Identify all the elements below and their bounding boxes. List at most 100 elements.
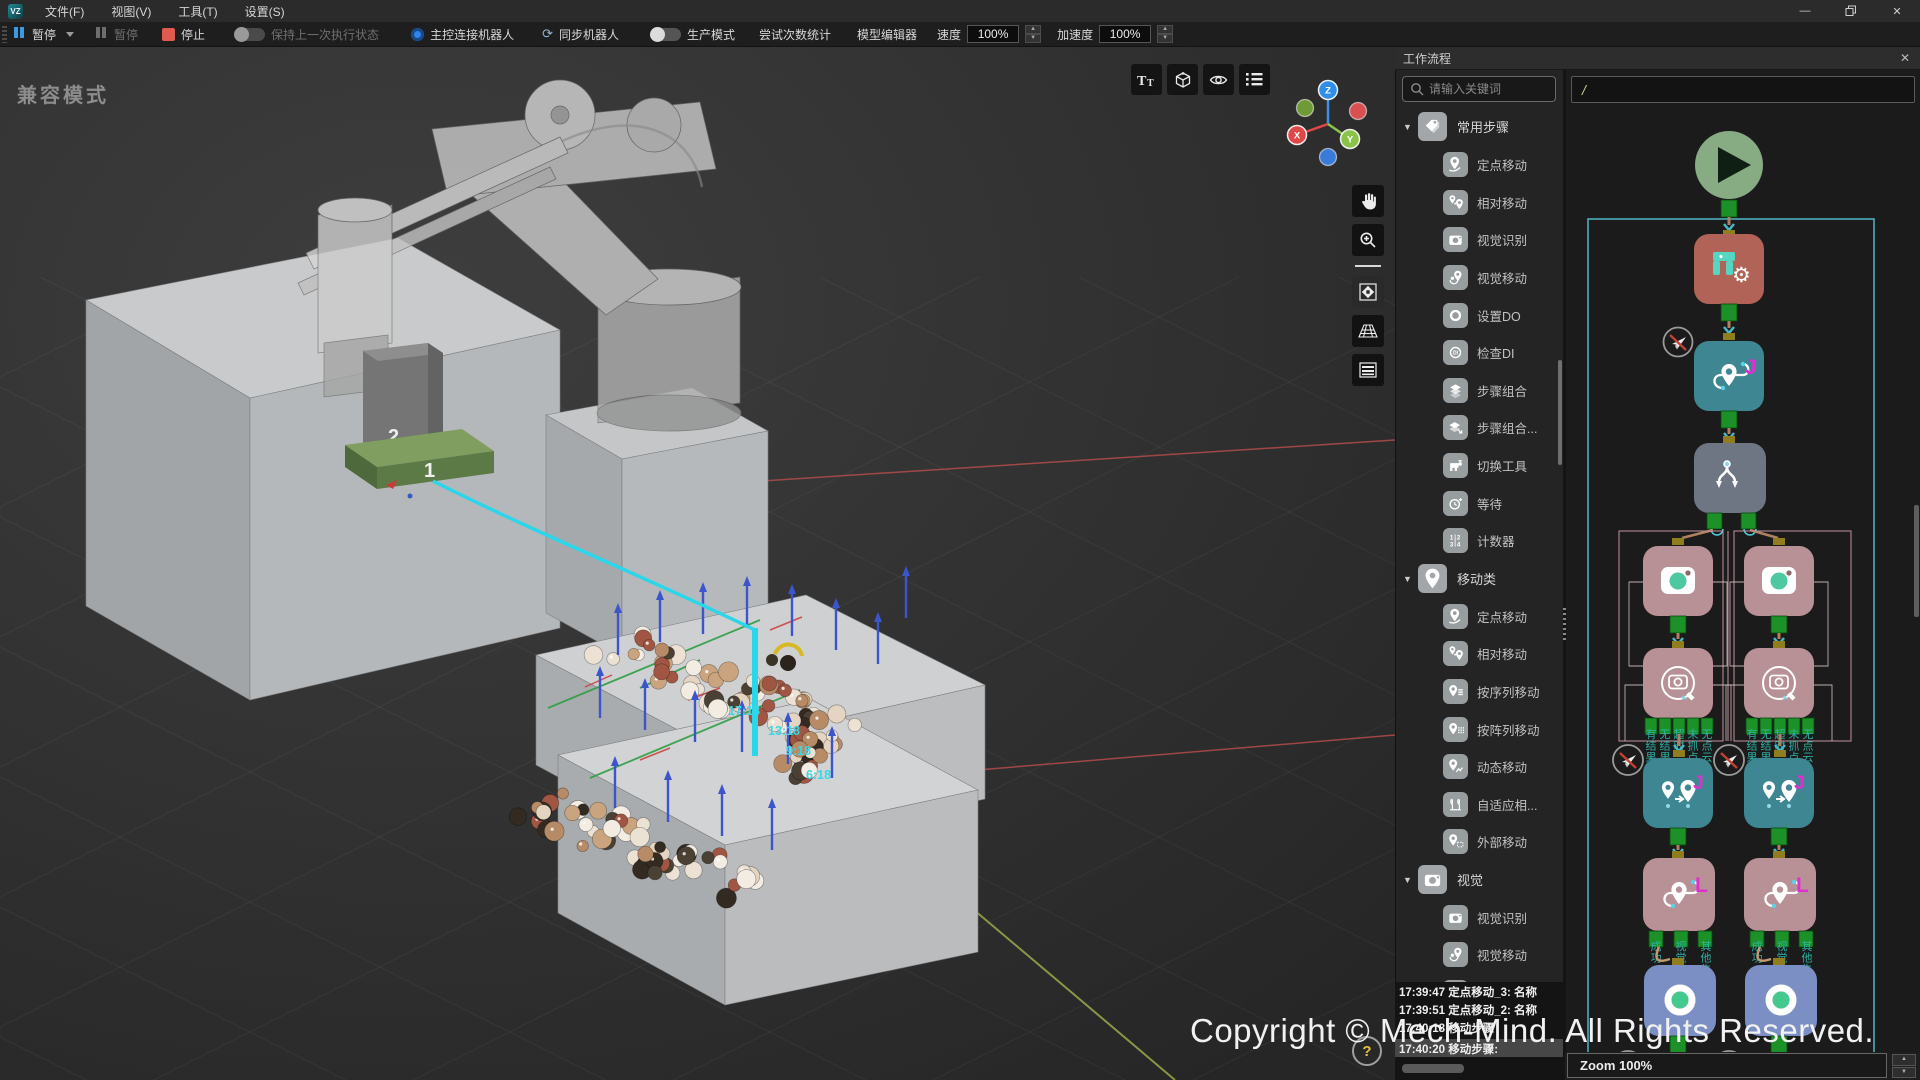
- menu-item-3[interactable]: 设置(S): [245, 3, 285, 20]
- flow-scrollbar[interactable]: [1914, 505, 1919, 617]
- step-item[interactable]: 等待: [1396, 484, 1563, 522]
- trajectory-label: 9:18: [786, 744, 811, 758]
- orientation-gizmo[interactable]: Z X Y: [1270, 77, 1390, 177]
- flow-node-check-vision-right[interactable]: [1744, 648, 1814, 718]
- step-item[interactable]: 外部移动: [1396, 823, 1563, 861]
- speed-input[interactable]: [967, 25, 1019, 43]
- cube-view-button[interactable]: [1167, 64, 1198, 95]
- step-item[interactable]: 视觉移动: [1396, 259, 1563, 297]
- step-item[interactable]: 定点移动: [1396, 146, 1563, 184]
- step-item[interactable]: 按序列移动: [1396, 673, 1563, 711]
- step-item[interactable]: 视觉识别: [1396, 898, 1563, 936]
- layer-list-button[interactable]: [1352, 354, 1384, 386]
- log-entry-selected[interactable]: 17:40:20 移动步骤:: [1395, 1039, 1563, 1057]
- step-item[interactable]: 步骤组合...: [1396, 409, 1563, 447]
- log-entry[interactable]: 17:40:18 移动步骤: [1395, 1018, 1563, 1036]
- menu-item-0[interactable]: 文件(F): [45, 3, 84, 20]
- step-item[interactable]: DI 检查DI: [1396, 334, 1563, 372]
- accel-input[interactable]: [1099, 25, 1151, 43]
- zoom-level[interactable]: Zoom 100%: [1567, 1053, 1887, 1078]
- svg-text:4: 4: [1457, 542, 1461, 549]
- step-item[interactable]: 设置DO: [1396, 296, 1563, 334]
- flow-node-branch[interactable]: [1694, 443, 1766, 513]
- fit-view-button[interactable]: [1352, 276, 1384, 308]
- step-item[interactable]: 视觉识别: [1396, 221, 1563, 259]
- step-item[interactable]: 自适应相...: [1396, 786, 1563, 824]
- pause-button[interactable]: 暂停: [14, 25, 74, 43]
- step-item[interactable]: 1234 计数器: [1396, 522, 1563, 560]
- text-display-button[interactable]: TT: [1131, 64, 1162, 95]
- step-item[interactable]: 动态移动: [1396, 748, 1563, 786]
- stop-button[interactable]: 停止: [162, 26, 205, 43]
- minimize-button[interactable]: —: [1782, 0, 1828, 22]
- side-toolbar-divider: [1355, 265, 1381, 267]
- accel-stepper[interactable]: ▲▼: [1157, 25, 1173, 43]
- zoom-stepper[interactable]: ▲▼: [1892, 1054, 1916, 1078]
- help-button[interactable]: ?: [1352, 1036, 1382, 1066]
- pause-dropdown-caret[interactable]: [66, 32, 74, 37]
- flowchart-panel[interactable]: ⚙ J 有结果无结果超时未抓点无点云 J L成功视觉失败其他失败: [1566, 70, 1920, 1080]
- gizmo-neg-y-ball[interactable]: [1297, 100, 1314, 117]
- zoom-in-button[interactable]: [1352, 224, 1384, 256]
- pause-secondary-button[interactable]: 暂停: [96, 25, 138, 43]
- attempt-stats-button[interactable]: 尝试次数统计: [759, 26, 831, 43]
- eye-visibility-button[interactable]: [1203, 64, 1234, 95]
- connect-icon: [411, 28, 424, 41]
- panel-splitter[interactable]: [1563, 70, 1566, 1080]
- flowchart-canvas[interactable]: ⚙ J 有结果无结果超时未抓点无点云 J L成功视觉失败其他失败: [1566, 70, 1920, 1080]
- chevron-down-icon[interactable]: ▼: [1403, 574, 1413, 584]
- log-entry[interactable]: 17:39:51 定点移动_2: 名称: [1395, 1000, 1563, 1018]
- no-send-icon[interactable]: [1664, 328, 1693, 357]
- perspective-grid-button[interactable]: [1352, 315, 1384, 347]
- svg-text:⚙: ⚙: [1732, 264, 1751, 287]
- svg-text:J: J: [1794, 773, 1805, 794]
- gizmo-neg-x-ball[interactable]: [1350, 103, 1367, 120]
- search-input[interactable]: [1429, 82, 1547, 96]
- svg-text:X: X: [1294, 131, 1301, 142]
- production-mode-toggle[interactable]: 生产模式: [651, 26, 735, 43]
- step-search-box[interactable]: [1402, 76, 1556, 102]
- toggle-off-icon[interactable]: [651, 28, 681, 41]
- pin-path-icon: [1443, 604, 1468, 629]
- flow-node-start[interactable]: [1695, 131, 1763, 199]
- no-send-icon[interactable]: [1714, 745, 1744, 775]
- sync-robot-button[interactable]: ⟳ 同步机器人: [542, 26, 619, 43]
- scene-3d[interactable]: 2 1 17:1: [0, 47, 1395, 1080]
- step-item[interactable]: [1396, 974, 1563, 982]
- chevron-down-icon[interactable]: ▼: [1403, 875, 1413, 885]
- speed-stepper[interactable]: ▲▼: [1025, 25, 1041, 43]
- toggle-off-icon[interactable]: [235, 28, 265, 41]
- model-editor-button[interactable]: 模型编辑器: [857, 26, 917, 43]
- list-display-button[interactable]: [1239, 64, 1270, 95]
- flow-breadcrumb-bar[interactable]: /: [1571, 76, 1915, 103]
- step-item[interactable]: 切换工具: [1396, 447, 1563, 485]
- step-item[interactable]: 视觉移动: [1396, 936, 1563, 974]
- step-item[interactable]: 步骤组合: [1396, 371, 1563, 409]
- step-group-0[interactable]: ▼ 常用步骤: [1396, 108, 1563, 146]
- flow-node-check-vision-left[interactable]: [1643, 648, 1713, 718]
- panel-close-icon[interactable]: ✕: [1900, 51, 1910, 65]
- pan-hand-button[interactable]: [1352, 185, 1384, 217]
- step-item[interactable]: 相对移动: [1396, 635, 1563, 673]
- menu-item-2[interactable]: 工具(T): [178, 3, 217, 20]
- restore-button[interactable]: [1828, 0, 1874, 22]
- keep-state-toggle[interactable]: 保持上一次执行状态: [235, 26, 379, 43]
- no-send-icon[interactable]: [1613, 745, 1643, 775]
- step-item[interactable]: 定点移动: [1396, 597, 1563, 635]
- chevron-down-icon[interactable]: ▼: [1403, 122, 1413, 132]
- step-group-1[interactable]: ▼ 移动类: [1396, 560, 1563, 598]
- step-item[interactable]: 相对移动: [1396, 183, 1563, 221]
- step-item[interactable]: 按阵列移动: [1396, 710, 1563, 748]
- gizmo-neg-z-ball[interactable]: [1320, 149, 1337, 166]
- 3d-viewport[interactable]: 2 1 17:1: [0, 47, 1395, 1080]
- step-group-2[interactable]: ▼ 视觉: [1396, 861, 1563, 899]
- close-button[interactable]: ✕: [1874, 0, 1920, 22]
- steps-scrollbar[interactable]: [1558, 360, 1562, 465]
- master-connect-button[interactable]: 主控连接机器人: [411, 26, 514, 43]
- clock-icon: [1443, 491, 1468, 516]
- trajectory-label: 6:18: [806, 768, 831, 782]
- log-entry[interactable]: 17:39:47 定点移动_3: 名称: [1395, 982, 1563, 1000]
- menu-item-1[interactable]: 视图(V): [111, 3, 151, 20]
- toolbar-grip[interactable]: [2, 26, 7, 43]
- steps-library-panel: ▼ 常用步骤 定点移动 相对移动 视觉识别 视觉移动 设置DO DI 检查DI …: [1395, 70, 1563, 1080]
